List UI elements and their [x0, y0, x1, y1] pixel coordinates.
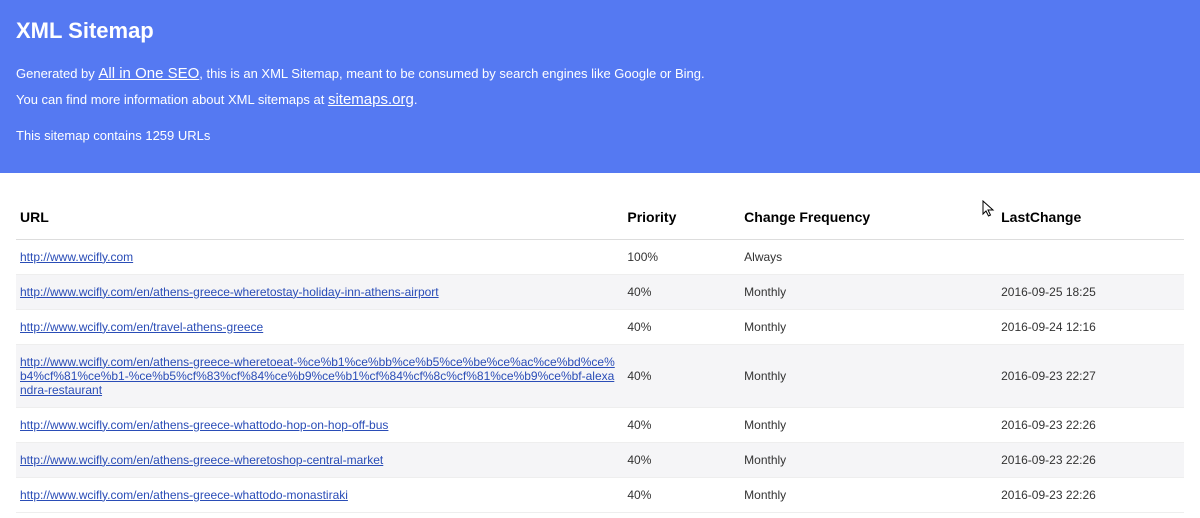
cell-frequency: Monthly: [740, 407, 997, 442]
cell-frequency: Always: [740, 239, 997, 274]
url-link[interactable]: http://www.wcifly.com: [20, 250, 133, 264]
table-row: http://www.wcifly.com/en/athens-greece-w…: [16, 344, 1184, 407]
table-header-row: URL Priority Change Frequency LastChange: [16, 197, 1184, 240]
page-title: XML Sitemap: [16, 18, 1184, 44]
generated-prefix: Generated by: [16, 66, 98, 81]
table-row: http://www.wcifly.com/en/athens-greece-w…: [16, 407, 1184, 442]
page-header: XML Sitemap Generated by All in One SEO,…: [0, 0, 1200, 173]
table-row: http://www.wcifly.com 100%Always: [16, 239, 1184, 274]
cell-frequency: Monthly: [740, 274, 997, 309]
table-row: http://www.wcifly.com/en/athens-greece-w…: [16, 274, 1184, 309]
info-link[interactable]: sitemaps.org: [328, 91, 414, 108]
col-url: URL: [16, 197, 623, 240]
cell-url: http://www.wcifly.com/en/athens-greece-w…: [16, 344, 623, 407]
generated-suffix: , this is an XML Sitemap, meant to be co…: [199, 66, 704, 81]
col-priority: Priority: [623, 197, 740, 240]
cell-url: http://www.wcifly.com/en/athens-greece-w…: [16, 477, 623, 512]
cell-priority: 40%: [623, 442, 740, 477]
url-link[interactable]: http://www.wcifly.com/en/athens-greece-w…: [20, 418, 388, 432]
url-link[interactable]: http://www.wcifly.com/en/athens-greece-w…: [20, 488, 348, 502]
cell-lastchange: 2016-09-23 22:26: [997, 477, 1184, 512]
cell-priority: 40%: [623, 344, 740, 407]
cell-frequency: Monthly: [740, 442, 997, 477]
content-area: URL Priority Change Frequency LastChange…: [0, 197, 1200, 513]
cell-url: http://www.wcifly.com/en/athens-greece-w…: [16, 442, 623, 477]
cell-priority: 40%: [623, 309, 740, 344]
cell-lastchange: 2016-09-24 12:16: [997, 309, 1184, 344]
cell-priority: 40%: [623, 477, 740, 512]
info-prefix: You can find more information about XML …: [16, 92, 328, 107]
info-suffix: .: [414, 92, 418, 107]
url-link[interactable]: http://www.wcifly.com/en/athens-greece-w…: [20, 453, 383, 467]
table-row: http://www.wcifly.com/en/athens-greece-w…: [16, 477, 1184, 512]
cell-frequency: Monthly: [740, 309, 997, 344]
url-count: This sitemap contains 1259 URLs: [16, 126, 1184, 147]
url-link[interactable]: http://www.wcifly.com/en/travel-athens-g…: [20, 320, 263, 334]
generated-line: Generated by All in One SEO, this is an …: [16, 62, 1184, 86]
cell-url: http://www.wcifly.com/en/athens-greece-w…: [16, 274, 623, 309]
cell-frequency: Monthly: [740, 344, 997, 407]
cell-url: http://www.wcifly.com/en/athens-greece-w…: [16, 407, 623, 442]
cell-lastchange: 2016-09-23 22:27: [997, 344, 1184, 407]
col-frequency: Change Frequency: [740, 197, 997, 240]
cell-lastchange: 2016-09-23 22:26: [997, 407, 1184, 442]
generated-link[interactable]: All in One SEO: [98, 65, 199, 82]
url-link[interactable]: http://www.wcifly.com/en/athens-greece-w…: [20, 355, 615, 397]
cell-url: http://www.wcifly.com: [16, 239, 623, 274]
cell-priority: 100%: [623, 239, 740, 274]
url-link[interactable]: http://www.wcifly.com/en/athens-greece-w…: [20, 285, 439, 299]
cell-url: http://www.wcifly.com/en/travel-athens-g…: [16, 309, 623, 344]
table-row: http://www.wcifly.com/en/athens-greece-w…: [16, 442, 1184, 477]
table-row: http://www.wcifly.com/en/travel-athens-g…: [16, 309, 1184, 344]
sitemap-table: URL Priority Change Frequency LastChange…: [16, 197, 1184, 513]
col-lastchange: LastChange: [997, 197, 1184, 240]
cell-lastchange: 2016-09-25 18:25: [997, 274, 1184, 309]
cell-frequency: Monthly: [740, 477, 997, 512]
info-line: You can find more information about XML …: [16, 88, 1184, 112]
cell-lastchange: 2016-09-23 22:26: [997, 442, 1184, 477]
cell-priority: 40%: [623, 407, 740, 442]
cell-priority: 40%: [623, 274, 740, 309]
cell-lastchange: [997, 239, 1184, 274]
table-body: http://www.wcifly.com100%Alwayshttp://ww…: [16, 239, 1184, 512]
